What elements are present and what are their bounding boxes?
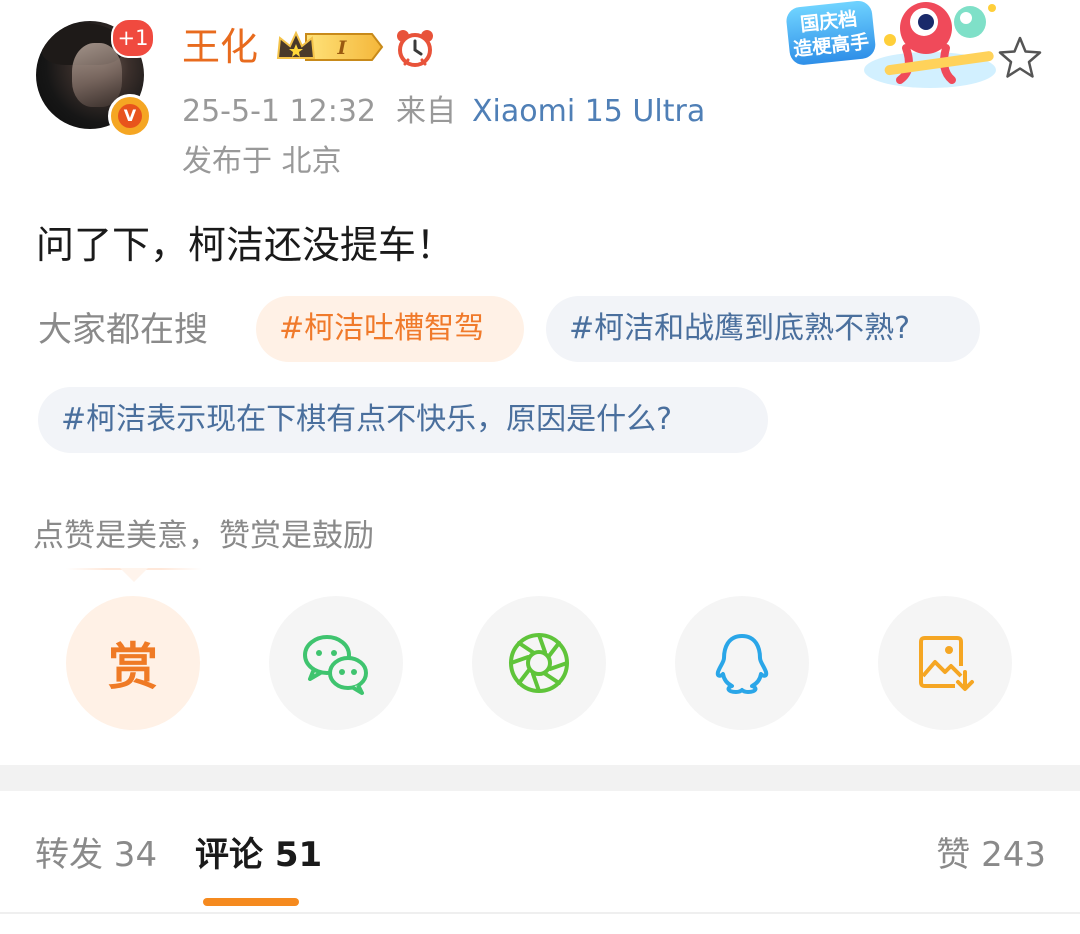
tab-like[interactable]: 赞 243 [936,832,1046,878]
reward-icon: 赏 [108,638,158,696]
post-source-label: 来自 [396,94,456,129]
author-name[interactable]: 王化 [182,22,258,72]
post-text[interactable]: 问了下，柯洁还没提车！ [36,220,454,270]
favorite-star-icon[interactable] [996,34,1044,82]
share-qq-button[interactable] [675,596,809,730]
verified-badge: V [108,94,152,138]
crown-member-badge[interactable]: I [276,30,384,64]
wechat-icon [303,635,368,695]
trending-search-label: 大家都在搜 [38,310,208,350]
tab-repost[interactable]: 转发 34 [35,832,157,878]
trending-tag[interactable]: #柯洁吐槽智驾 [256,296,524,362]
alarm-clock-icon [397,30,433,67]
avatar-face [72,43,122,107]
tab-comment[interactable]: 评论 51 [195,832,322,878]
post-location: 发布于 北京 [182,144,342,179]
new-badge: +1 [111,18,155,58]
verified-mark: V [118,104,142,128]
section-divider [0,765,1080,791]
level-badge-text: I [337,37,348,59]
promo-sticker[interactable]: 国庆档 造梗高手 [780,0,1002,92]
trending-tag[interactable]: #柯洁和战鹰到底熟不熟? [546,296,980,362]
share-wechat-button[interactable] [269,596,403,730]
trending-tag[interactable]: #柯洁表示现在下棋有点不快乐，原因是什么? [38,387,768,453]
bottom-divider [0,912,1080,914]
save-image-button[interactable] [878,596,1012,730]
active-tab-indicator [203,898,299,906]
post-time: 25-5-1 12:32 [182,94,376,129]
save-image-icon [919,636,974,691]
post-device[interactable]: Xiaomi 15 Ultra [472,92,705,132]
moments-icon [509,633,569,693]
reward-tip: 点赞是美意，赞赏是鼓励 [33,518,374,554]
share-moments-button[interactable] [472,596,606,730]
reward-button[interactable]: 赏 [66,596,200,730]
qq-icon [715,634,769,694]
tip-arrow [120,568,148,582]
